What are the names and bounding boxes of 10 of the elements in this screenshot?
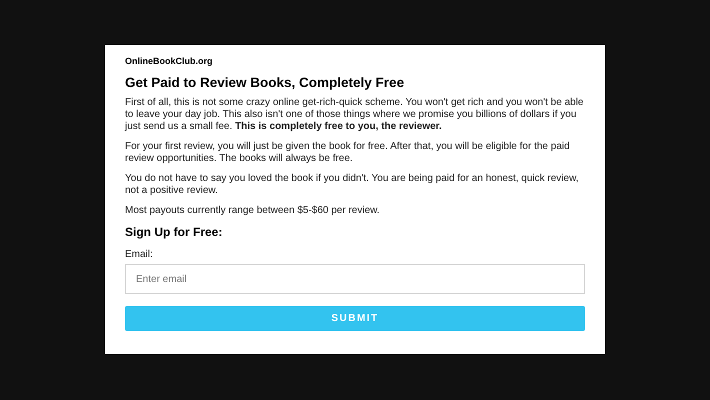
paragraph: First of all, this is not some crazy online get-rich-quick scheme. You won't get rich and you won't be able to leave your day job. This also isn't one of those things where we promise you billions of dollars if you just send us a small fee. This is completely free to you, the reviewer. <box>125 97 584 133</box>
email-field[interactable]: Enter email <box>125 264 585 294</box>
paragraph: You do not have to say you loved the book if you didn't. You are being paid for an honest, quick review, not a positive review. <box>125 173 580 197</box>
paragraph: For your first review, you will just be given the book for free. After that, you will be eligible for the paid review opportunities. The books will always be free. <box>125 141 571 165</box>
page-title: Get Paid to Review Books, Completely Free <box>125 75 406 91</box>
signup-heading: Sign Up for Free: <box>125 225 224 239</box>
paragraph: Most payouts currently range between $5-$60 per review. <box>125 205 381 217</box>
site-name: OnlineBookClub.org <box>125 55 214 67</box>
email-label: Email: <box>125 249 154 261</box>
submit-button[interactable]: SUBMIT <box>125 306 585 331</box>
